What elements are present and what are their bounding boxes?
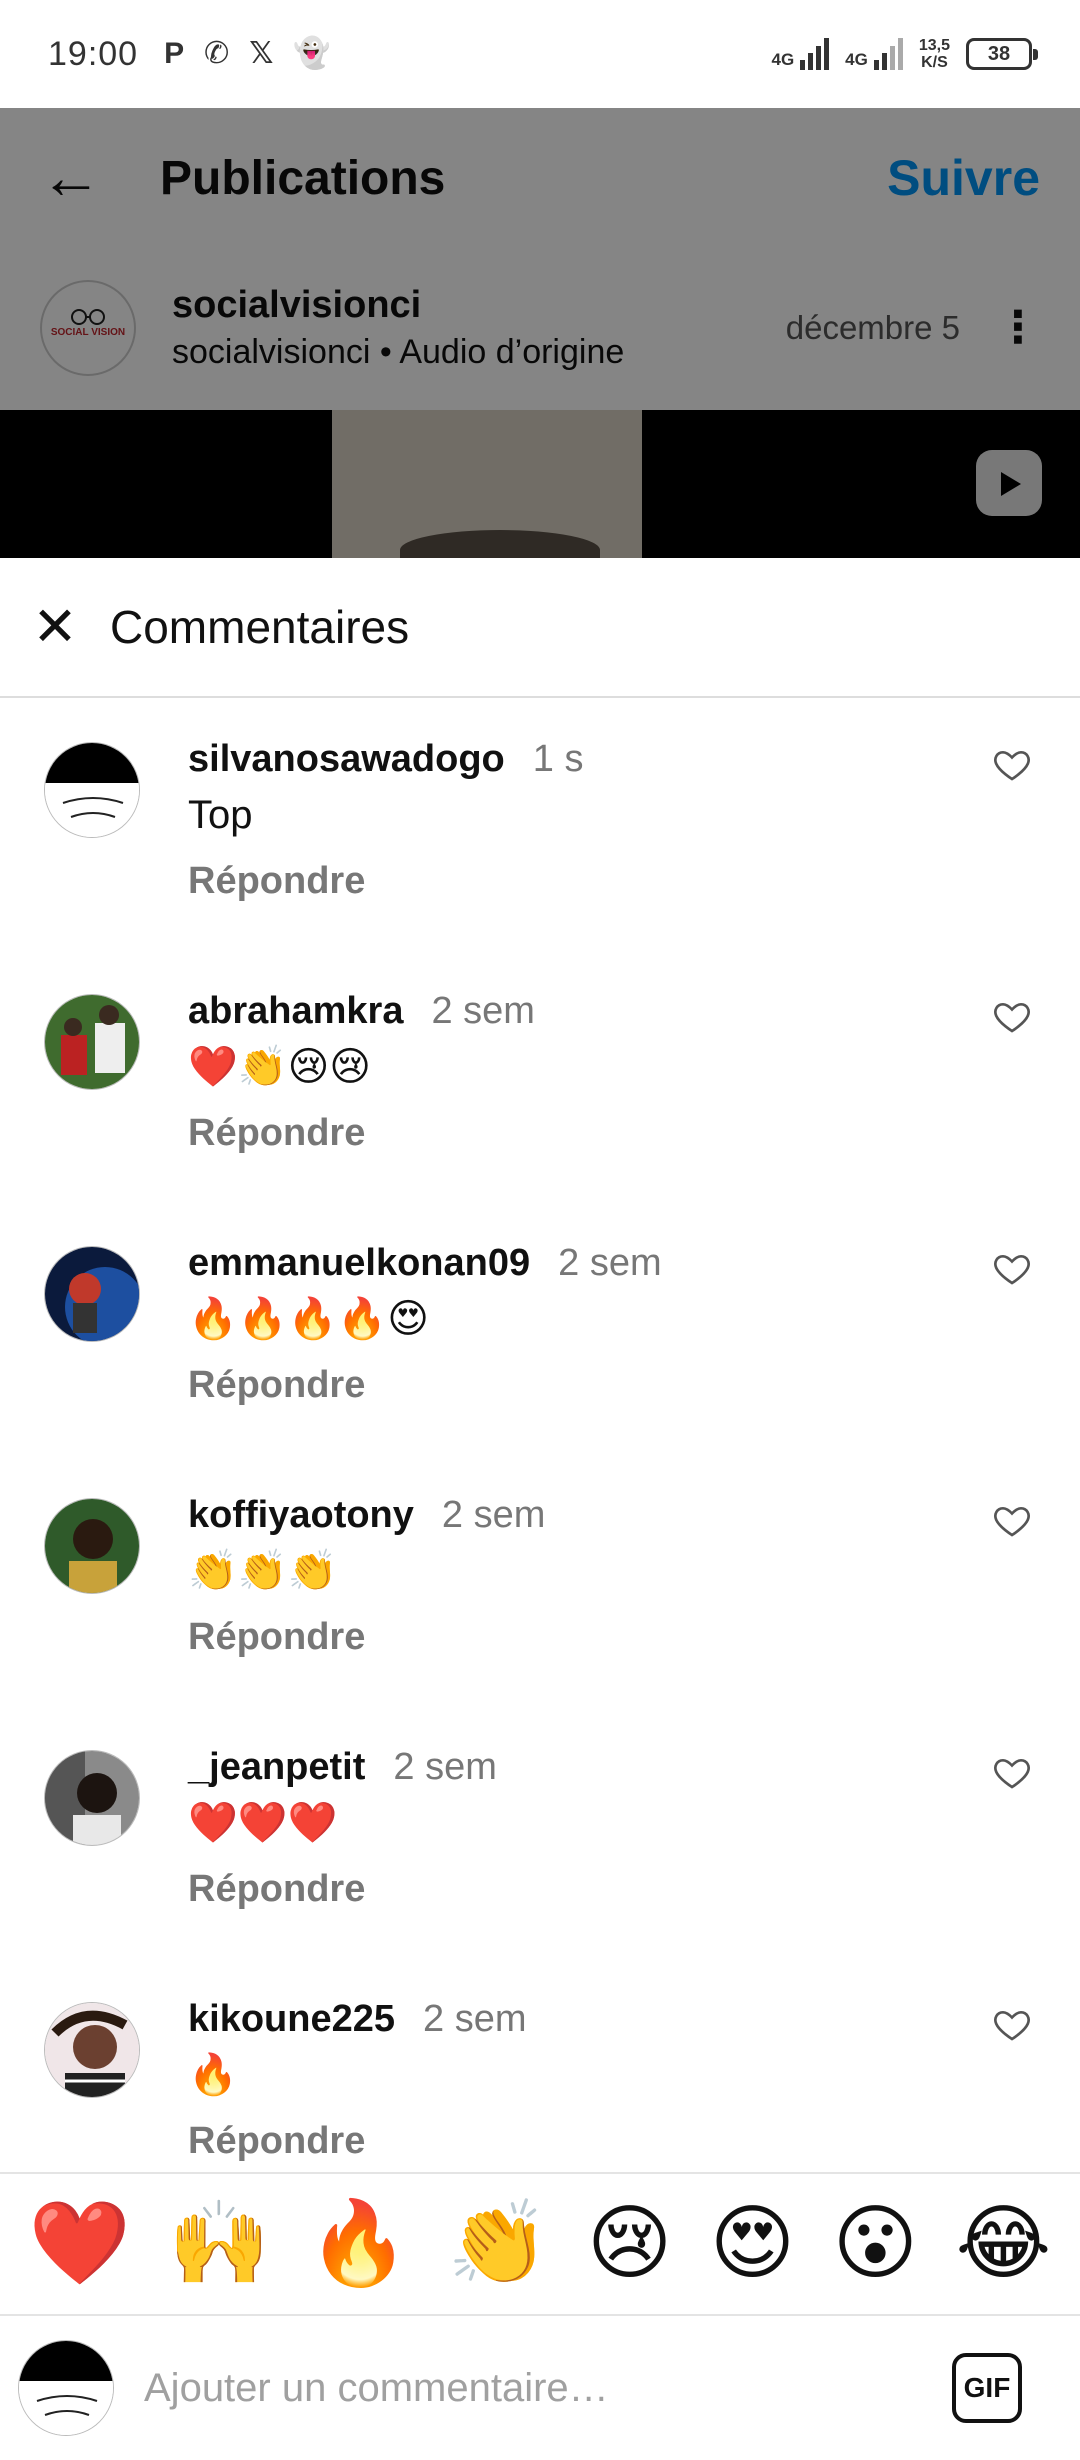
comments-title: Commentaires <box>110 601 410 653</box>
comment-text: 🔥 <box>188 2053 238 2097</box>
comment-username[interactable]: abrahamkra <box>188 990 403 1032</box>
gif-button[interactable]: GIF <box>952 2353 1022 2423</box>
commenter-avatar[interactable] <box>44 2002 140 2098</box>
signal-icon-1: 4G <box>771 38 830 70</box>
comment-text: ❤️👏😢😢 <box>188 1045 372 1089</box>
comment-item: _jeanpetit 2 sem ❤️❤️❤️ Répondre <box>0 1706 1080 1958</box>
heart-icon[interactable] <box>992 1752 1032 1792</box>
heart-icon[interactable] <box>992 2004 1032 2044</box>
status-time: 19:00 <box>48 34 139 73</box>
heart-emoji-button[interactable]: ❤️ <box>29 2203 131 2285</box>
comment-username[interactable]: kikoune225 <box>188 1998 395 2040</box>
heart-eyes-emoji-button[interactable]: 😍 <box>710 2203 795 2285</box>
comment-username[interactable]: silvanosawadogo <box>188 738 505 780</box>
laughing-emoji-button[interactable]: 😂 <box>955 2203 1051 2285</box>
comment-input[interactable] <box>144 2365 844 2411</box>
comment-item: silvanosawadogo 1 s Top Répondre <box>0 698 1080 950</box>
commenter-avatar[interactable] <box>44 994 140 1090</box>
reply-button[interactable]: Répondre <box>188 1868 365 1911</box>
battery-icon: 38 <box>966 38 1038 70</box>
close-icon[interactable]: ✕ <box>30 600 80 654</box>
comment-item: abrahamkra 2 sem ❤️👏😢😢 Répondre <box>0 950 1080 1202</box>
surprised-emoji-button[interactable]: 😮 <box>833 2203 918 2285</box>
commenter-avatar[interactable] <box>44 1498 140 1594</box>
whatsapp-icon: ✆ <box>204 37 230 70</box>
comment-username[interactable]: koffiyaotony <box>188 1494 414 1536</box>
reply-button[interactable]: Répondre <box>188 1364 365 1407</box>
reply-button[interactable]: Répondre <box>188 2120 365 2163</box>
fire-emoji-button[interactable]: 🔥 <box>308 2203 410 2285</box>
commenter-avatar[interactable] <box>44 1246 140 1342</box>
notification-icons: P ✆ 𝕏 👻 <box>164 39 331 69</box>
comment-item: koffiyaotony 2 sem 👏👏👏 Répondre <box>0 1454 1080 1706</box>
comment-time: 2 sem <box>423 1998 527 2040</box>
comment-text: ❤️❤️❤️ <box>188 1801 338 1845</box>
my-avatar <box>18 2340 114 2436</box>
crying-emoji-button[interactable]: 😢 <box>587 2203 672 2285</box>
snapchat-icon: 👻 <box>293 37 331 70</box>
comment-username[interactable]: _jeanpetit <box>188 1746 365 1788</box>
commenter-avatar[interactable] <box>44 742 140 838</box>
heart-icon[interactable] <box>992 744 1032 784</box>
comments-header: ✕ Commentaires <box>0 558 1080 698</box>
commenter-avatar[interactable] <box>44 1750 140 1846</box>
status-bar: 19:00 P ✆ 𝕏 👻 4G 4G 13,5 K/S 38 <box>0 0 1080 108</box>
comment-time: 2 sem <box>393 1746 497 1788</box>
comment-text: Top <box>188 793 253 837</box>
heart-icon[interactable] <box>992 996 1032 1036</box>
comment-time: 2 sem <box>431 990 535 1032</box>
parking-app-icon: P <box>164 37 185 70</box>
comment-time: 1 s <box>532 738 584 780</box>
reply-button[interactable]: Répondre <box>188 1112 365 1155</box>
heart-icon[interactable] <box>992 1248 1032 1288</box>
network-speed: 13,5 K/S <box>918 37 950 71</box>
comment-item: emmanuelkonan09 2 sem 🔥🔥🔥🔥😍 Répondre <box>0 1202 1080 1454</box>
comment-time: 2 sem <box>441 1494 546 1536</box>
signal-icon-2: 4G <box>845 38 903 70</box>
comment-username[interactable]: emmanuelkonan09 <box>188 1242 530 1284</box>
reply-button[interactable]: Répondre <box>188 1616 365 1659</box>
comment-text: 👏👏👏 <box>188 1549 338 1593</box>
heart-icon[interactable] <box>992 1500 1032 1540</box>
comment-composer: GIF <box>0 2316 1080 2460</box>
x-app-icon: 𝕏 <box>249 37 274 70</box>
comment-text: 🔥🔥🔥🔥😍 <box>188 1297 429 1341</box>
raising-hands-emoji-button[interactable]: 🙌 <box>168 2203 270 2285</box>
modal-overlay[interactable] <box>0 108 1080 558</box>
reply-button[interactable]: Répondre <box>188 860 365 903</box>
comment-time: 2 sem <box>558 1242 662 1284</box>
emoji-reaction-bar: ❤️ 🙌 🔥 👏 😢 😍 😮 😂 <box>0 2172 1080 2316</box>
clapping-emoji-button[interactable]: 👏 <box>447 2203 549 2285</box>
